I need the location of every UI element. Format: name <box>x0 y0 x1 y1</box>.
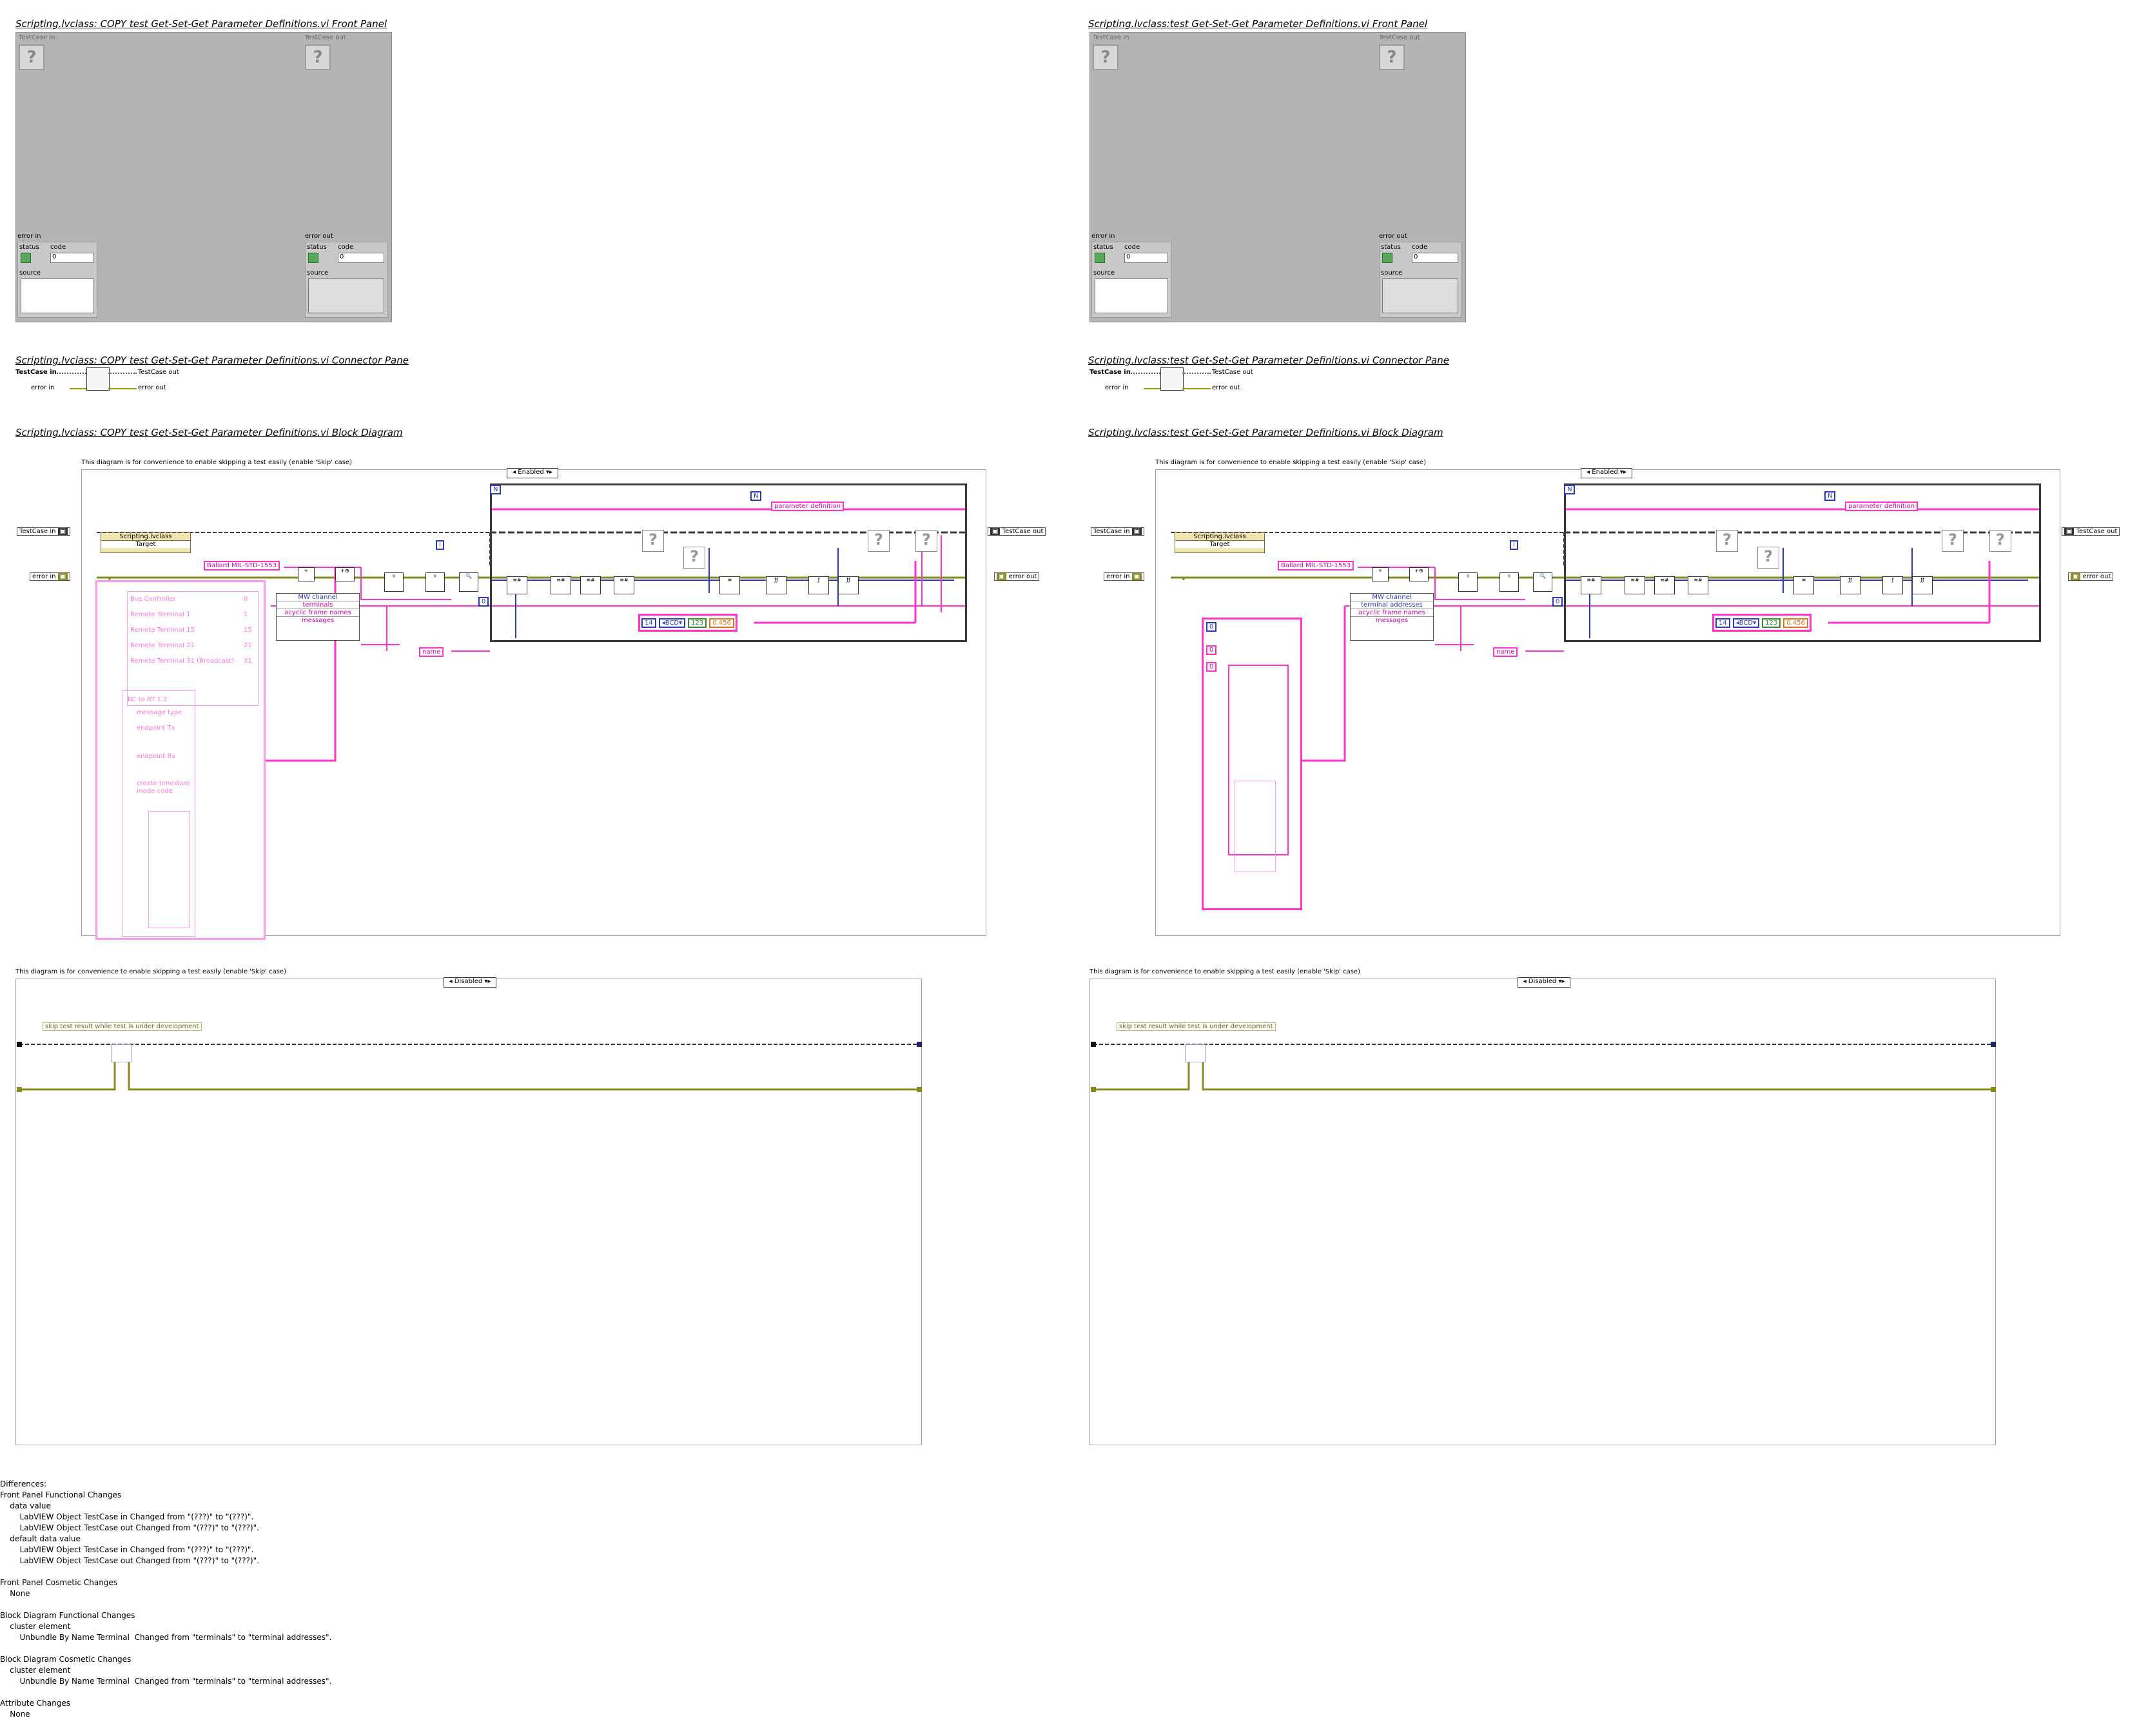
differences-list: Front Panel Functional Changes data valu… <box>0 1490 580 1720</box>
difference-line: Block Diagram Functional Changes <box>0 1611 135 1620</box>
differences-title: Differences: <box>0 1479 47 1488</box>
difference-line: Unbundle By Name Terminal Changed from "… <box>0 1677 332 1686</box>
difference-line: data value <box>0 1501 51 1510</box>
difference-line: LabVIEW Object TestCase out Changed from… <box>0 1556 259 1565</box>
differences-section: Differences: Front Panel Functional Chan… <box>0 1479 580 1720</box>
difference-line: default data value <box>0 1534 81 1543</box>
difference-line <box>0 1599 580 1610</box>
difference-line: LabVIEW Object TestCase in Changed from … <box>0 1512 254 1521</box>
difference-line <box>0 1643 580 1654</box>
difference-line: cluster element <box>0 1622 71 1631</box>
merge-errors-node[interactable] <box>1185 1044 1206 1062</box>
difference-line: Front Panel Cosmetic Changes <box>0 1578 118 1587</box>
difference-line: LabVIEW Object TestCase out Changed from… <box>0 1523 259 1532</box>
difference-line: None <box>0 1589 30 1598</box>
difference-line: Block Diagram Cosmetic Changes <box>0 1655 132 1664</box>
difference-line: cluster element <box>0 1666 71 1675</box>
difference-line: Attribute Changes <box>0 1699 70 1708</box>
difference-line: Unbundle By Name Terminal Changed from "… <box>0 1633 332 1642</box>
difference-line: LabVIEW Object TestCase in Changed from … <box>0 1545 254 1554</box>
difference-line <box>0 1566 580 1577</box>
difference-line: None <box>0 1710 30 1719</box>
difference-line: Front Panel Functional Changes <box>0 1490 122 1499</box>
difference-line <box>0 1687 580 1698</box>
disabled-wires <box>17 1042 1996 1092</box>
merge-errors-node[interactable] <box>111 1044 132 1062</box>
